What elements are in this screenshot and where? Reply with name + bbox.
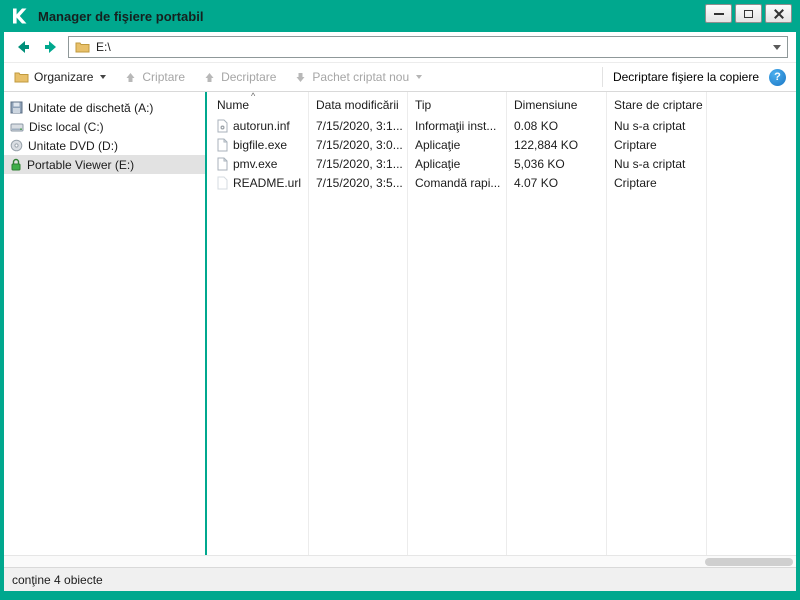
decrypt-label: Decriptare bbox=[221, 70, 277, 84]
arrow-down-icon bbox=[296, 72, 305, 82]
file-row[interactable]: autorun.inf 7/15/2020, 3:1... Informaţii… bbox=[207, 116, 796, 135]
file-encryption-status: Criptare bbox=[614, 137, 657, 152]
forward-button[interactable] bbox=[40, 36, 62, 58]
back-arrow-icon bbox=[18, 41, 29, 53]
address-text: E:\ bbox=[96, 40, 111, 54]
sidebar-item-label: Disc local (C:) bbox=[29, 119, 104, 134]
organize-label: Organizare bbox=[34, 70, 94, 84]
file-encryption-status: Criptare bbox=[614, 175, 657, 190]
toolbar: Organizare Criptare Decriptare Pachet cr… bbox=[4, 63, 796, 92]
column-divider[interactable] bbox=[506, 92, 507, 555]
address-dropdown-icon[interactable] bbox=[773, 44, 781, 50]
close-button[interactable] bbox=[765, 4, 792, 23]
file-name: pmv.exe bbox=[233, 156, 278, 171]
column-header-modified[interactable]: Data modificării bbox=[308, 98, 407, 112]
exe-file-icon bbox=[217, 157, 228, 170]
column-divider[interactable] bbox=[308, 92, 309, 555]
file-encryption-status: Nu s-a criptat bbox=[614, 118, 686, 133]
lock-icon bbox=[11, 158, 21, 171]
file-type: Aplicaţie bbox=[415, 156, 461, 171]
file-size: 5,036 KO bbox=[514, 156, 565, 171]
close-icon bbox=[774, 9, 784, 19]
encrypt-button[interactable]: Criptare bbox=[124, 70, 185, 84]
chevron-down-icon bbox=[100, 75, 107, 79]
file-row[interactable]: README.url 7/15/2020, 3:5... Comandă rap… bbox=[207, 173, 796, 192]
caption-buttons bbox=[705, 4, 792, 23]
organize-button[interactable]: Organizare bbox=[14, 70, 107, 84]
sidebar-item-floppy-a[interactable]: Unitate de dischetă (A:) bbox=[4, 98, 205, 117]
help-icon[interactable]: ? bbox=[769, 68, 786, 86]
minimize-icon bbox=[713, 12, 724, 15]
file-type: Informaţii inst... bbox=[415, 118, 497, 133]
sidebar-item-label: Unitate DVD (D:) bbox=[28, 138, 119, 153]
file-encryption-status: Nu s-a criptat bbox=[614, 156, 686, 171]
column-divider[interactable] bbox=[606, 92, 607, 555]
toolbar-separator bbox=[601, 67, 603, 87]
file-size: 0.08 KO bbox=[514, 118, 559, 133]
address-bar[interactable]: E:\ bbox=[68, 36, 788, 58]
encrypt-label: Criptare bbox=[142, 70, 186, 84]
toolbar-right: Decriptare fişiere la copiere ? bbox=[601, 67, 786, 87]
folder-icon bbox=[75, 42, 90, 53]
column-header-size[interactable]: Dimensiune bbox=[506, 98, 606, 112]
navigation-bar: E:\ bbox=[4, 32, 796, 63]
column-headers: ^ Nume Data modificării Tip Dimensiune S… bbox=[207, 92, 796, 116]
file-row[interactable]: pmv.exe 7/15/2020, 3:1... Aplicaţie 5,03… bbox=[207, 154, 796, 173]
sort-indicator-icon: ^ bbox=[251, 92, 256, 101]
sidebar-item-local-disk-c[interactable]: Disc local (C:) bbox=[4, 117, 205, 136]
drive-sidebar: Unitate de dischetă (A:) Disc local (C:)… bbox=[4, 92, 205, 555]
scrollbar-thumb[interactable] bbox=[705, 558, 793, 566]
file-type: Comandă rapi... bbox=[415, 175, 501, 190]
column-divider[interactable] bbox=[706, 92, 707, 555]
back-button[interactable] bbox=[12, 36, 34, 58]
maximize-button[interactable] bbox=[735, 4, 762, 23]
folder-icon bbox=[14, 72, 29, 83]
file-size: 4.07 KO bbox=[514, 175, 559, 190]
status-text: conţine 4 obiecte bbox=[12, 572, 103, 587]
arrow-up-icon bbox=[126, 72, 135, 82]
file-row[interactable]: bigfile.exe 7/15/2020, 3:0... Aplicaţie … bbox=[207, 135, 796, 154]
floppy-icon bbox=[10, 101, 23, 114]
sidebar-item-portable-viewer-e[interactable]: Portable Viewer (E:) bbox=[4, 155, 205, 174]
horizontal-scrollbar[interactable] bbox=[4, 555, 796, 567]
forward-arrow-icon bbox=[45, 41, 56, 53]
arrow-up-icon bbox=[205, 72, 214, 82]
column-header-encryption-status[interactable]: Stare de criptare bbox=[606, 98, 706, 112]
sidebar-item-dvd-d[interactable]: Unitate DVD (D:) bbox=[4, 136, 205, 155]
status-bar: conţine 4 obiecte bbox=[4, 567, 796, 591]
file-list: ^ Nume Data modificării Tip Dimensiune S… bbox=[207, 92, 796, 555]
column-header-type[interactable]: Tip bbox=[407, 98, 506, 112]
maximize-icon bbox=[744, 9, 753, 18]
main-area: Unitate de dischetă (A:) Disc local (C:)… bbox=[4, 92, 796, 555]
dvd-icon bbox=[10, 139, 23, 152]
ini-file-icon bbox=[217, 119, 228, 132]
file-modified: 7/15/2020, 3:5... bbox=[316, 175, 403, 190]
file-modified: 7/15/2020, 3:0... bbox=[316, 137, 403, 152]
file-type: Aplicaţie bbox=[415, 137, 461, 152]
chevron-down-icon bbox=[416, 75, 423, 79]
sidebar-item-label: Unitate de dischetă (A:) bbox=[28, 100, 154, 115]
app-window: Manager de fişiere portabil E:\ Organiza… bbox=[0, 0, 800, 600]
new-encrypted-package-button[interactable]: Pachet criptat nou bbox=[294, 70, 423, 84]
file-modified: 7/15/2020, 3:1... bbox=[316, 118, 403, 133]
file-modified: 7/15/2020, 3:1... bbox=[316, 156, 403, 171]
column-divider[interactable] bbox=[407, 92, 408, 555]
decrypt-on-copy-option[interactable]: Decriptare fişiere la copiere bbox=[613, 70, 759, 84]
hard-disk-icon bbox=[10, 123, 24, 131]
new-package-label: Pachet criptat nou bbox=[312, 70, 410, 84]
column-header-name[interactable]: Nume bbox=[207, 98, 308, 112]
url-file-icon bbox=[217, 176, 228, 189]
exe-file-icon bbox=[217, 138, 228, 151]
file-name: README.url bbox=[233, 175, 302, 190]
minimize-button[interactable] bbox=[705, 4, 732, 23]
client-area: E:\ Organizare Criptare Decriptare Pache… bbox=[4, 32, 796, 591]
file-name: autorun.inf bbox=[233, 118, 290, 133]
window-title: Manager de fişiere portabil bbox=[38, 8, 204, 24]
file-name: bigfile.exe bbox=[233, 137, 288, 152]
title-bar: Manager de fişiere portabil bbox=[0, 0, 800, 32]
decrypt-button[interactable]: Decriptare bbox=[203, 70, 276, 84]
file-size: 122,884 KO bbox=[514, 137, 579, 152]
kaspersky-logo-icon bbox=[8, 5, 30, 27]
sidebar-item-label: Portable Viewer (E:) bbox=[27, 157, 135, 172]
